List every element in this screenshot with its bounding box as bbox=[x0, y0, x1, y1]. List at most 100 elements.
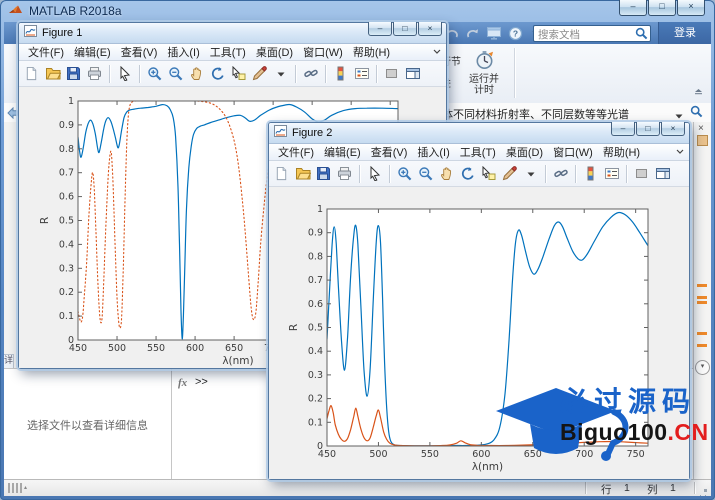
menu-w[interactable]: 窗口(W) bbox=[548, 144, 598, 160]
brush-data-icon[interactable] bbox=[250, 64, 269, 83]
menu-t[interactable]: 工具(T) bbox=[205, 44, 251, 60]
code-warning-marker[interactable] bbox=[697, 284, 707, 287]
menubar-overflow-icon[interactable] bbox=[433, 48, 441, 56]
figure1-titlebar[interactable]: Figure 1 – □ × bbox=[19, 22, 446, 44]
menu-w[interactable]: 窗口(W) bbox=[298, 44, 348, 60]
menu-e[interactable]: 编辑(E) bbox=[319, 144, 366, 160]
print-figure-icon[interactable] bbox=[335, 164, 354, 183]
link-plot-icon[interactable] bbox=[551, 164, 570, 183]
svg-text:0.4: 0.4 bbox=[59, 239, 74, 250]
menu-d[interactable]: 桌面(D) bbox=[501, 144, 548, 160]
close-button[interactable]: × bbox=[661, 122, 685, 136]
svg-text:600: 600 bbox=[472, 449, 490, 460]
brush-data-icon[interactable] bbox=[500, 164, 519, 183]
save-figure-icon[interactable] bbox=[314, 164, 333, 183]
zoom-out-icon[interactable] bbox=[166, 64, 185, 83]
rotate-3d-icon[interactable] bbox=[458, 164, 477, 183]
docbar-search-icon[interactable] bbox=[690, 105, 703, 123]
insert-legend-icon[interactable] bbox=[602, 164, 621, 183]
toolbar-separator bbox=[626, 164, 627, 183]
help-circle-icon[interactable]: ? bbox=[507, 25, 523, 41]
hide-plot-tools-icon[interactable] bbox=[382, 64, 401, 83]
open-file-icon[interactable] bbox=[293, 164, 312, 183]
close-button[interactable]: × bbox=[418, 22, 442, 36]
show-plot-tools-dock-icon[interactable] bbox=[653, 164, 672, 183]
menu-f[interactable]: 文件(F) bbox=[273, 144, 319, 160]
resize-grip-icon[interactable] bbox=[704, 489, 707, 492]
svg-text:550: 550 bbox=[421, 449, 439, 460]
svg-text:0.9: 0.9 bbox=[308, 228, 323, 239]
code-warning-marker[interactable] bbox=[697, 332, 707, 335]
menu-t[interactable]: 工具(T) bbox=[455, 144, 501, 160]
watermark: 必过源码 Biguo100.CN bbox=[494, 386, 715, 462]
main-titlebar[interactable]: MATLAB R2018a – □ × bbox=[0, 0, 715, 22]
menu-v[interactable]: 查看(V) bbox=[366, 144, 413, 160]
figure2-window-controls: – □ × bbox=[610, 122, 685, 136]
data-cursor-icon[interactable] bbox=[229, 64, 248, 83]
menu-f[interactable]: 文件(F) bbox=[23, 44, 69, 60]
insert-legend-icon[interactable] bbox=[352, 64, 371, 83]
hide-plot-tools-icon[interactable] bbox=[632, 164, 651, 183]
minimize-button[interactable]: – bbox=[619, 0, 647, 16]
menu-i[interactable]: 插入(I) bbox=[412, 144, 454, 160]
zoom-out-icon[interactable] bbox=[416, 164, 435, 183]
redo-arrow-icon[interactable] bbox=[465, 25, 481, 41]
command-prompt: >> bbox=[195, 376, 208, 388]
minimize-button[interactable]: – bbox=[611, 122, 635, 136]
code-warning-marker[interactable] bbox=[697, 344, 707, 347]
minimize-button[interactable]: – bbox=[368, 22, 392, 36]
new-document-icon[interactable] bbox=[22, 64, 41, 83]
open-file-icon[interactable] bbox=[43, 64, 62, 83]
close-button[interactable]: × bbox=[677, 0, 705, 16]
figure2-menubar: 文件(F) 编辑(E) 查看(V) 插入(I) 工具(T) 桌面(D) 窗口(W) 帮助(H) bbox=[269, 144, 689, 161]
scroll-position-marker[interactable] bbox=[697, 135, 708, 146]
show-plot-tools-dock-icon[interactable] bbox=[403, 64, 422, 83]
menu-h[interactable]: 帮助(H) bbox=[348, 44, 395, 60]
insert-colorbar-icon[interactable] bbox=[331, 64, 350, 83]
menu-v[interactable]: 查看(V) bbox=[116, 44, 163, 60]
figure1-title: Figure 1 bbox=[42, 27, 83, 39]
pan-hand-icon[interactable] bbox=[437, 164, 456, 183]
close-icon[interactable]: × bbox=[698, 124, 704, 134]
zoom-in-icon[interactable] bbox=[395, 164, 414, 183]
svg-text:?: ? bbox=[512, 28, 517, 38]
edit-pointer-icon[interactable] bbox=[115, 64, 134, 83]
edit-pointer-icon[interactable] bbox=[365, 164, 384, 183]
figure2-titlebar[interactable]: Figure 2 – □ × bbox=[269, 122, 689, 144]
svg-text:λ(nm): λ(nm) bbox=[222, 355, 253, 367]
maximize-button[interactable]: □ bbox=[648, 0, 676, 16]
code-warning-marker[interactable] bbox=[697, 301, 707, 304]
dropdown-arrow-icon[interactable] bbox=[521, 164, 540, 183]
run-and-time-button[interactable]: 运行并 计时 bbox=[459, 45, 509, 101]
statusbar-grip-icon[interactable] bbox=[8, 483, 22, 493]
statusbar-grip-arrow-icon[interactable]: ▴ bbox=[24, 484, 27, 491]
maximize-button[interactable]: □ bbox=[393, 22, 417, 36]
insert-colorbar-icon[interactable] bbox=[581, 164, 600, 183]
rotate-3d-icon[interactable] bbox=[208, 64, 227, 83]
menu-h[interactable]: 帮助(H) bbox=[598, 144, 645, 160]
desktop-window-icon[interactable] bbox=[486, 25, 502, 41]
code-warning-marker[interactable] bbox=[697, 296, 707, 299]
new-document-icon[interactable] bbox=[272, 164, 291, 183]
maximize-button[interactable]: □ bbox=[636, 122, 660, 136]
login-button[interactable]: 登录 bbox=[658, 22, 711, 44]
toolbar-separator bbox=[109, 64, 110, 83]
menu-i[interactable]: 插入(I) bbox=[162, 44, 204, 60]
link-plot-icon[interactable] bbox=[301, 64, 320, 83]
menubar-overflow-icon[interactable] bbox=[676, 148, 684, 156]
menu-e[interactable]: 编辑(E) bbox=[69, 44, 116, 60]
save-figure-icon[interactable] bbox=[64, 64, 83, 83]
pan-hand-icon[interactable] bbox=[187, 64, 206, 83]
zoom-in-icon[interactable] bbox=[145, 64, 164, 83]
svg-text:0.2: 0.2 bbox=[308, 394, 323, 405]
data-cursor-icon[interactable] bbox=[479, 164, 498, 183]
menu-d[interactable]: 桌面(D) bbox=[251, 44, 298, 60]
dropdown-arrow-icon[interactable] bbox=[271, 64, 290, 83]
svg-text:500: 500 bbox=[369, 449, 387, 460]
print-figure-icon[interactable] bbox=[85, 64, 104, 83]
doc-search-box[interactable]: 搜索文档 bbox=[533, 25, 651, 42]
message-indicator-button[interactable]: ▾ bbox=[695, 360, 710, 375]
collapse-toolstrip-icon[interactable] bbox=[694, 82, 703, 100]
search-icon[interactable] bbox=[635, 27, 648, 45]
figure1-menubar: 文件(F) 编辑(E) 查看(V) 插入(I) 工具(T) 桌面(D) 窗口(W) 帮助(H) bbox=[19, 44, 446, 61]
